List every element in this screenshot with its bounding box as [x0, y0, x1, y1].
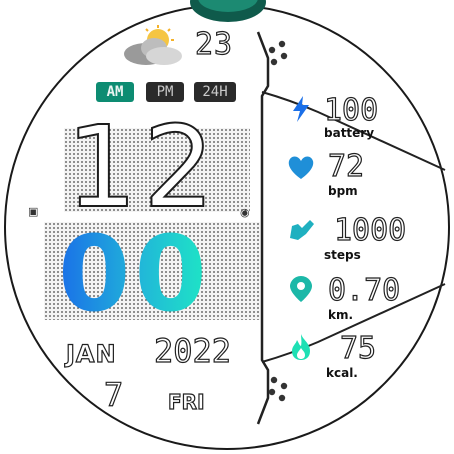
steps-label: steps [324, 248, 361, 262]
alarm-icon: ▣ [28, 205, 39, 218]
battery-label: battery [324, 126, 375, 140]
temperature-value: 23 [194, 26, 234, 62]
bluetooth-icon: ◉ [240, 206, 250, 219]
weekday-label: FRI [167, 389, 205, 414]
steps-value: 1000 [333, 213, 407, 248]
flame-icon[interactable] [286, 332, 316, 362]
heart-rate-label: bpm [328, 184, 358, 198]
minutes-digits[interactable]: 00 [58, 222, 211, 326]
decor-dots-top [268, 40, 288, 66]
heart-icon[interactable] [286, 152, 316, 182]
partly-cloudy-icon[interactable] [118, 24, 186, 68]
distance-value: 0.70 [327, 273, 401, 308]
calories-value: 75 [339, 331, 377, 366]
crown-button[interactable] [188, 0, 268, 24]
pm-indicator: PM [146, 82, 184, 102]
year-label: 2022 [153, 331, 232, 370]
decor-dots-bottom [268, 376, 288, 402]
24h-indicator: 24H [194, 82, 236, 102]
battery-value: 100 [323, 93, 379, 128]
shoe-icon[interactable] [286, 214, 316, 244]
location-pin-icon[interactable] [286, 274, 316, 304]
calories-label: kcal. [326, 366, 358, 380]
day-number: 7 [103, 375, 124, 414]
lightning-icon[interactable] [286, 94, 316, 124]
month-label: JAN [65, 339, 117, 368]
distance-label: km. [328, 308, 354, 322]
am-indicator: AM [96, 82, 134, 102]
heart-rate-value: 72 [327, 149, 365, 184]
hours-digits[interactable]: 12 [65, 111, 221, 225]
